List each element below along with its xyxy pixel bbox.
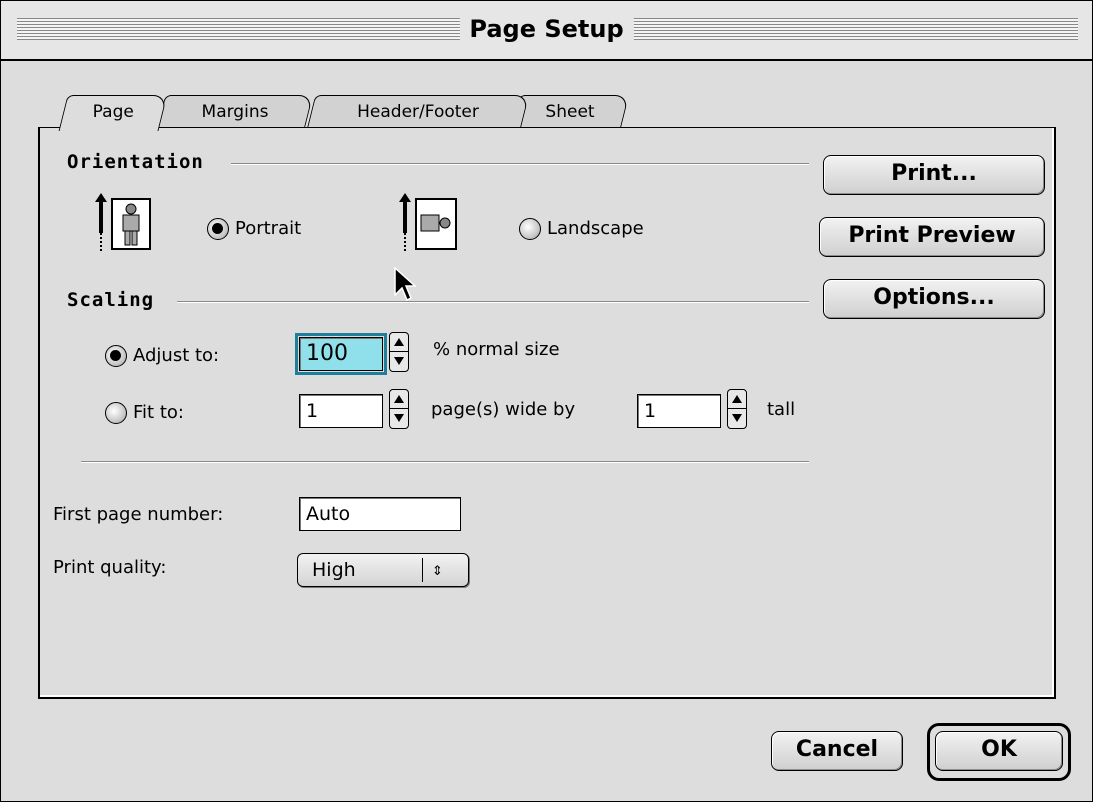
tab-margins-label: Margins bbox=[201, 102, 269, 122]
title-bar[interactable]: Page Setup bbox=[1, 1, 1092, 61]
ok-button[interactable]: OK bbox=[935, 731, 1063, 771]
scaling-bottom-divider bbox=[81, 461, 809, 463]
landscape-person-icon bbox=[399, 193, 457, 251]
print-quality-value: High bbox=[312, 559, 356, 581]
up-down-arrows-icon: ⇕ bbox=[432, 559, 443, 580]
stepper-up-arrow[interactable] bbox=[390, 333, 408, 352]
orientation-divider bbox=[231, 163, 809, 165]
options-button[interactable]: Options... bbox=[823, 279, 1045, 319]
fit-wide-input[interactable]: 1 bbox=[299, 394, 383, 428]
adjust-to-label: Adjust to: bbox=[133, 345, 220, 366]
print-button[interactable]: Print... bbox=[823, 155, 1045, 195]
page-setup-dialog: Page Setup Sheet Header/Footer Margins P… bbox=[0, 0, 1093, 802]
fit-to-radio[interactable] bbox=[105, 402, 127, 424]
stepper-down-arrow[interactable] bbox=[390, 352, 408, 371]
landscape-label: Landscape bbox=[547, 218, 644, 239]
tab-sheet[interactable]: Sheet bbox=[510, 95, 630, 129]
fit-tall-stepper[interactable] bbox=[727, 389, 747, 429]
fit-wide-suffix: page(s) wide by bbox=[431, 399, 576, 420]
first-page-number-label: First page number: bbox=[53, 504, 224, 525]
adjust-to-radio[interactable] bbox=[105, 345, 127, 367]
fit-wide-stepper[interactable] bbox=[389, 389, 409, 429]
adjust-percent-suffix: % normal size bbox=[433, 339, 560, 360]
tab-page[interactable]: Page bbox=[58, 95, 168, 131]
print-quality-label: Print quality: bbox=[53, 557, 167, 578]
tab-header-footer[interactable]: Header/Footer bbox=[306, 95, 530, 129]
landscape-radio[interactable] bbox=[519, 218, 541, 240]
scaling-heading: Scaling bbox=[67, 289, 165, 311]
print-preview-button[interactable]: Print Preview bbox=[819, 217, 1045, 257]
tab-sheet-label: Sheet bbox=[545, 102, 595, 122]
stepper-up-arrow[interactable] bbox=[728, 390, 746, 409]
window-title: Page Setup bbox=[459, 13, 634, 45]
orientation-heading: Orientation bbox=[67, 151, 214, 173]
print-quality-select[interactable]: High ⇕ bbox=[297, 553, 469, 587]
portrait-person-icon bbox=[95, 193, 151, 251]
portrait-label: Portrait bbox=[235, 218, 302, 239]
fit-tall-input[interactable]: 1 bbox=[637, 394, 721, 428]
first-page-number-input[interactable]: Auto bbox=[299, 497, 461, 531]
mouse-pointer-icon bbox=[394, 267, 416, 302]
tab-header-footer-label: Header/Footer bbox=[357, 102, 479, 122]
cancel-button[interactable]: Cancel bbox=[771, 731, 903, 771]
fit-to-label: Fit to: bbox=[133, 402, 184, 423]
scaling-divider bbox=[177, 301, 809, 303]
stepper-up-arrow[interactable] bbox=[390, 390, 408, 409]
adjust-percent-stepper[interactable] bbox=[389, 332, 409, 372]
adjust-percent-input[interactable]: 100 bbox=[295, 333, 387, 375]
stepper-down-arrow[interactable] bbox=[390, 409, 408, 428]
select-divider bbox=[422, 558, 423, 582]
stepper-down-arrow[interactable] bbox=[728, 409, 746, 428]
portrait-radio[interactable] bbox=[207, 218, 229, 240]
tab-page-label: Page bbox=[92, 102, 134, 122]
tab-margins[interactable]: Margins bbox=[156, 95, 314, 129]
fit-tall-suffix: tall bbox=[767, 399, 796, 420]
